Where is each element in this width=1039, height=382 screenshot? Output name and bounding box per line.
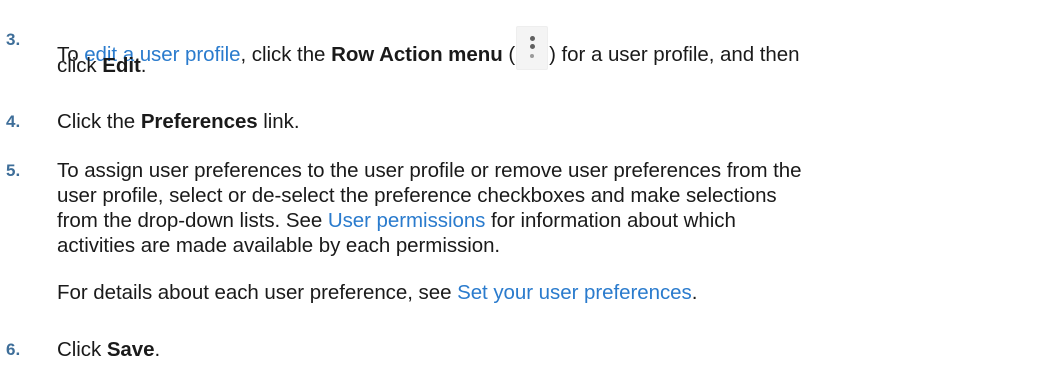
- text: To assign user preferences to the user p…: [57, 159, 802, 182]
- text: for information about which: [485, 209, 736, 232]
- step-number: 3.: [6, 30, 21, 49]
- step-number: 6.: [6, 340, 21, 359]
- user-permissions-link[interactable]: User permissions: [328, 209, 486, 232]
- step-text: To edit a user profile, click the Row Ac…: [57, 22, 1027, 78]
- text: from the drop-down lists. See: [57, 209, 328, 232]
- preferences-label: Preferences: [140, 110, 258, 133]
- step-note: For details about each user preference, …: [57, 280, 1027, 305]
- step-number: 5.: [6, 161, 21, 180]
- vertical-ellipsis-icon: [516, 26, 549, 70]
- text: click: [57, 54, 103, 77]
- text: , click the: [240, 43, 332, 66]
- text: Click the: [57, 110, 141, 133]
- text: link.: [257, 110, 300, 133]
- set-your-user-preferences-link[interactable]: Set your user preferences: [457, 281, 692, 304]
- row-action-menu-label: Row Action menu: [331, 43, 503, 66]
- step-text: To assign user preferences to the user p…: [57, 158, 1027, 305]
- text: (: [502, 43, 516, 66]
- text: Click: [57, 338, 107, 361]
- text: ) for a user profile, and then: [549, 43, 800, 66]
- text: user profile, select or de-select the pr…: [57, 184, 777, 207]
- step-number: 4.: [6, 112, 21, 131]
- text: activities are made available by each pe…: [57, 234, 501, 257]
- text: For details about each user preference, …: [57, 281, 458, 304]
- text: .: [691, 281, 698, 304]
- edit-label: Edit: [102, 54, 141, 77]
- step-text: Click Save.: [57, 337, 1027, 362]
- step-text: Click the Preferences link.: [57, 109, 1027, 134]
- text: .: [154, 338, 161, 361]
- save-label: Save: [106, 338, 155, 361]
- text: .: [140, 54, 147, 77]
